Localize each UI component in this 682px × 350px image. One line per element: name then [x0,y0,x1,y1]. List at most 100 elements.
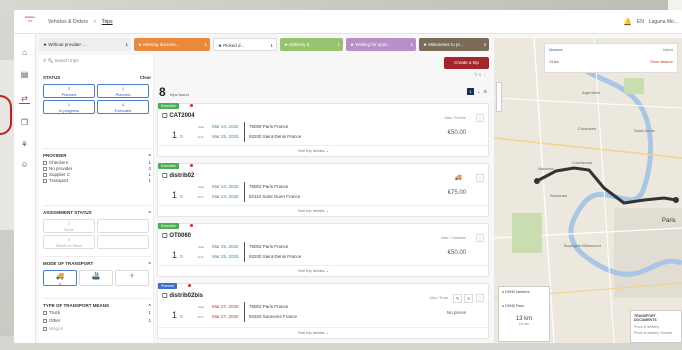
trip-quantity: 1 ⊡ [172,190,183,200]
route-to: 93200 Saint-Denis France [249,134,302,139]
breadcrumb-item-vehicles[interactable]: Vehicles & Orders [48,19,88,25]
create-trip-button[interactable]: Create a trip [444,57,489,69]
users-icon[interactable]: ☺ [19,160,30,170]
more-options-icon[interactable]: ⋮ [476,294,484,302]
edit-icon[interactable]: ✎ [453,294,462,303]
assignment-box[interactable] [97,235,149,249]
assignment-box[interactable] [97,219,149,233]
collapse-icon[interactable]: ^ [148,153,151,160]
transport-mode-title: MODE OF TRANSPORT [43,261,94,266]
collapse-icon[interactable]: ^ [148,303,151,310]
trip-dates: Start Mar 25, 2025 End Mar 25, 2025 [198,244,239,259]
filter-icon[interactable]: ⚲ [43,58,46,63]
dashboard-icon[interactable]: ▤ [19,70,30,80]
status-clear-button[interactable]: Clear [140,75,151,82]
home-icon[interactable]: ⌂ [19,48,30,58]
checkbox[interactable] [43,178,47,183]
trip-id[interactable]: ▢ distrib02 [162,172,194,179]
trip-card[interactable]: Executed ▢ distrib02 1 ⊡ Start Mar 24, 20… [157,163,489,217]
search-input[interactable]: ⚲ 🔍 Search trips [43,58,153,66]
see-details-text: See trip details [298,268,325,273]
checkbox[interactable] [43,318,47,323]
trip-id[interactable]: ▢ CAT2004 [162,112,195,119]
trip-card[interactable]: Executed ▢ CAT2004 1 ⊡ Start Mar 24, 2025… [157,103,489,157]
end-date: Mar 25, 2025 [212,254,239,259]
more-icon[interactable]: ⋮ [483,72,487,77]
more-options-icon[interactable]: ⋮ [476,174,484,182]
trip-price: No prices [446,310,466,315]
tag-count: 1 [337,42,340,47]
assignment-box[interactable]: 3 Needs to fillout [43,235,95,249]
assignment-title: ASSIGNMENT STATUS [43,210,92,215]
map-label: Boulogne-Billancourt [564,243,601,248]
tag-waiting-quote[interactable]: ★ Waiting for quot... 1 [346,38,416,51]
delete-icon[interactable]: ✕ [464,294,473,303]
info-badge[interactable]: Hybrid [663,48,673,52]
route-map[interactable]: Argenteuil Nanterre Courbevoie Suresnes … [494,38,682,343]
checkbox[interactable] [43,160,47,165]
export-icon[interactable]: ⇩ [479,72,482,77]
collapse-icon[interactable]: ^ [148,261,151,268]
tag-without-provider[interactable]: ★ Without provider ... 1 [39,38,131,51]
truck-mode-button[interactable]: 🚚 4 [43,270,77,286]
filter-icon[interactable]: ▽ [474,72,477,77]
logo-text: Carrier [25,15,35,19]
provider-option[interactable]: Transport 1 [43,178,151,184]
provider-filter: PROVIDER ^ Checkers 1 No provider 3 Supplie… [43,153,151,184]
alert-dot [188,284,191,287]
ship-mode-button[interactable]: 🚢 [79,270,113,286]
transport-documents-card: TRANSPORT DOCUMENTS Proof of delivery Pr… [630,310,682,343]
assignment-label: Needs to fillout [55,243,83,248]
plane-mode-button[interactable]: ✈ [115,270,149,286]
tag-count: 4 [483,42,486,47]
tag-missing-documents[interactable]: ★ Missing docume... 1 [134,38,210,51]
language-selector[interactable]: EN [637,19,644,25]
assignment-box[interactable]: 2 Done [43,219,95,233]
means-option[interactable]: Other 1 [43,318,151,326]
trip-id[interactable]: ▢ OT0060 [162,232,191,239]
status-box[interactable]: 2 Planned [43,84,95,98]
network-icon[interactable]: ⚘ [19,140,30,150]
settings-icon[interactable]: ⚙ [483,89,487,94]
see-details-link[interactable]: See trip details ⌄ [298,330,329,335]
tag-picked[interactable]: ★ Picked d... 1 [213,38,277,51]
trips-icon[interactable]: ⇄ [19,94,30,104]
breadcrumb: Vehicles & Orders > Trips [48,19,113,25]
chevron-down-icon[interactable]: ⌄ [477,89,480,94]
status-box[interactable]: 4 Executed [97,100,149,114]
see-details-link[interactable]: See trip details ⌄ [298,208,329,213]
page-button-1[interactable]: 1 [467,88,475,95]
checkbox[interactable] [43,166,47,171]
collapse-icon[interactable]: ^ [148,210,151,217]
user-menu[interactable]: Laguna Mo... [649,19,678,25]
trip-dates: Start Mar 27, 2025 End Mar 27, 2025 [198,304,239,319]
trip-card[interactable]: Executed ▢ OT0060 1 ⊡ Start Mar 25, 2025 E… [157,223,489,277]
means-option[interactable]: Truck 1 [43,310,151,318]
means-option[interactable]: Wagon [43,326,151,334]
trip-count: 8 [159,85,166,99]
tag-delivery[interactable]: ★ Delivery d... 1 [280,38,343,51]
orders-icon[interactable]: ❐ [19,118,30,128]
checkbox[interactable] [43,172,47,177]
info-sub-link[interactable]: Show distance [650,60,673,64]
breadcrumb-item-trips[interactable]: Trips [102,19,113,25]
route-to: 93200 Saint-Denis France [249,254,302,259]
app-logo[interactable]: Carrier ━━ [20,15,40,27]
tag-milestones[interactable]: ★ Milestones to pr... 4 [419,38,489,51]
status-label: In progress [58,108,79,113]
status-badge: Executed [158,223,179,229]
see-details-link[interactable]: See trip details ⌄ [298,268,329,273]
bell-icon[interactable]: 🔔 [623,18,632,26]
checkbox[interactable] [43,326,47,331]
trip-quantity: 1 ⊡ [172,250,183,260]
trip-card[interactable]: Planned ▢ distrib02bis 1 ⊡ Start Mar 27, … [157,283,489,339]
route-start-marker [534,178,540,184]
checkbox[interactable] [43,310,47,315]
map-zoom-controls[interactable] [496,82,502,112]
more-options-icon[interactable]: ⋮ [476,114,484,122]
status-box[interactable]: 1 Planned [97,84,149,98]
trip-id[interactable]: ▢ distrib02bis [162,292,203,299]
more-options-icon[interactable]: ⋮ [476,234,484,242]
see-details-link[interactable]: See trip details ⌄ [298,148,329,153]
status-box[interactable]: 1 In progress [43,100,95,114]
